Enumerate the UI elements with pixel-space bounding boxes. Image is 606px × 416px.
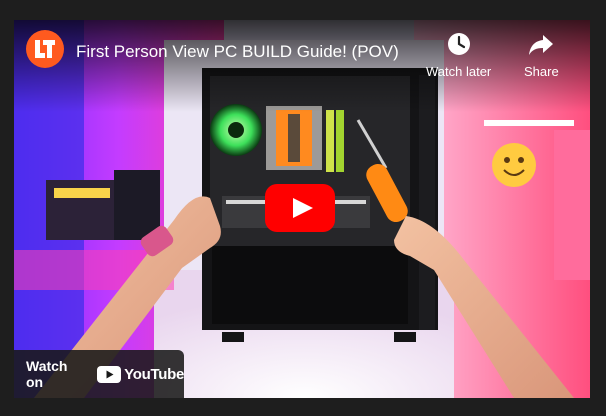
clock-icon xyxy=(447,33,470,55)
play-icon xyxy=(265,184,335,232)
watch-on-youtube-button[interactable]: Watch on YouTube xyxy=(14,350,184,398)
channel-avatar-icon[interactable] xyxy=(26,30,64,68)
video-title[interactable]: First Person View PC BUILD Guide! (POV) xyxy=(76,42,399,62)
share-button[interactable]: Share xyxy=(524,30,559,79)
video-player[interactable]: First Person View PC BUILD Guide! (POV) … xyxy=(14,20,590,398)
watch-later-button[interactable]: Watch later xyxy=(426,30,491,79)
title-overlay xyxy=(14,20,590,112)
share-arrow-icon xyxy=(529,35,554,55)
share-label: Share xyxy=(524,64,559,79)
youtube-logo-icon: YouTube xyxy=(97,365,184,383)
youtube-wordmark: YouTube xyxy=(124,365,184,383)
play-button[interactable] xyxy=(265,184,335,232)
watch-later-label: Watch later xyxy=(426,64,492,79)
watch-on-label: Watch on xyxy=(26,358,68,390)
